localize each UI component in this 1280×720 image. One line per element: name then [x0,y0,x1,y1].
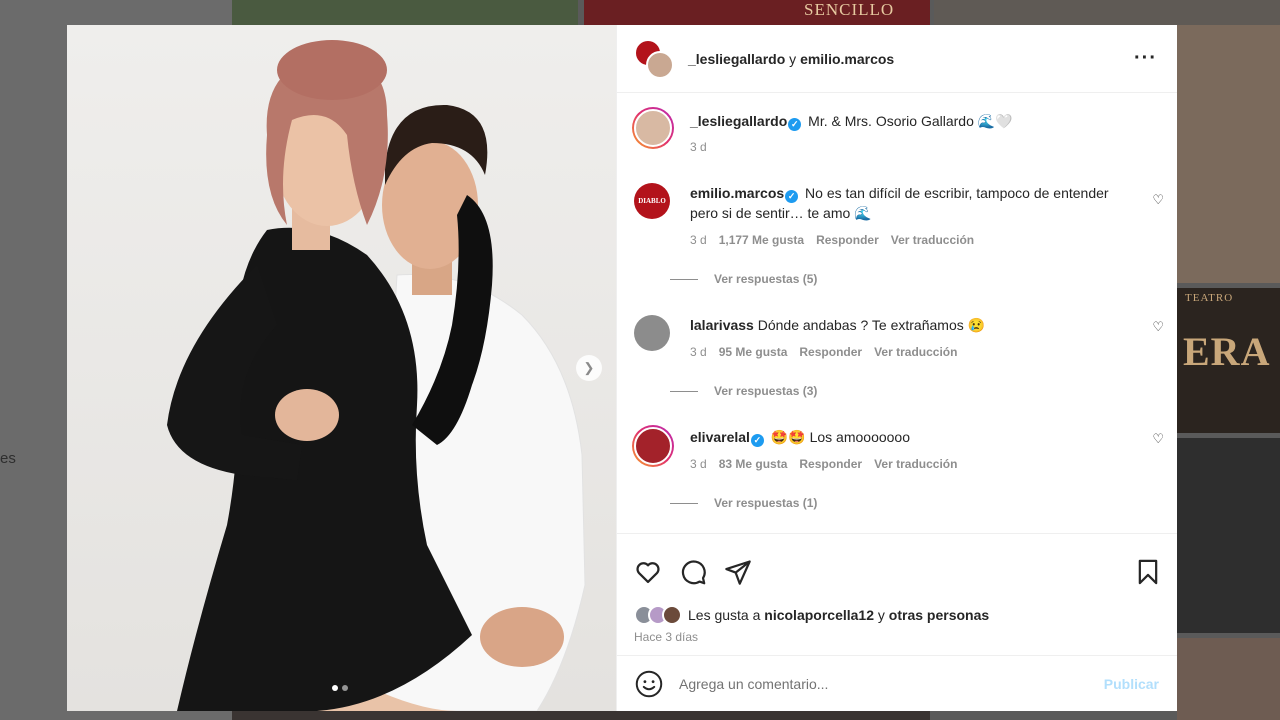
background-tile-label: ERA [1183,329,1271,374]
author-link[interactable]: emilio.marcos [800,51,894,67]
verified-icon: ✓ [750,434,764,447]
background-tile: SENCILLO [584,0,930,25]
caption-text: Mr. & Mrs. Osorio Gallardo 🌊🤍 [808,113,1013,129]
carousel-dots [332,685,348,691]
liker-avatars [634,605,682,625]
background-tile-label: SENCILLO [804,0,895,19]
collab-avatars[interactable] [634,38,674,79]
author-link[interactable]: _lesliegallardo [688,51,785,67]
comment: lalarivass Dónde andabas ? Te extrañamos… [634,315,1164,405]
publish-button[interactable]: Publicar [1104,676,1159,692]
background-tile [934,0,1280,25]
action-bar: Les gusta a nicolaporcella12 y otras per… [617,533,1177,663]
emoji-icon[interactable] [635,670,663,698]
reply-button[interactable]: Responder [799,457,862,471]
background-tile [232,711,930,720]
comment-heart-icon[interactable]: ♡ [1152,431,1164,447]
background-tile [232,0,578,25]
comment-username[interactable]: emilio.marcos [690,185,784,201]
comment-heart-icon[interactable]: ♡ [1152,192,1164,208]
likes-summary[interactable]: Les gusta a nicolaporcella12 y otras per… [634,605,989,625]
verified-icon: ✓ [788,118,802,131]
likes-middle: y [877,607,885,623]
avatar-label: DIABLO [638,197,666,205]
view-replies-label: Ver respuestas (5) [714,272,818,286]
post-header: _lesliegallardo y emilio.marcos ··· [617,25,1177,93]
comment-time: 3 d [690,233,707,247]
comment-input[interactable] [679,675,1079,692]
post-modal: ❯ _lesliegallardo y emilio.marcos ··· _l… [67,25,1177,711]
caption: _lesliegallardo ✓ Mr. & Mrs. Osorio Galla… [632,107,1164,159]
avatar[interactable] [632,425,674,467]
caption-username[interactable]: _lesliegallardo [690,113,787,129]
post-image [67,25,616,711]
avatar [646,50,674,79]
background-tile [1177,438,1280,633]
post-date: Hace 3 días [634,630,699,644]
background-text: es [0,450,16,467]
more-icon[interactable]: ··· [1134,47,1157,70]
heart-icon[interactable] [634,558,662,586]
translate-button[interactable]: Ver traducción [891,233,974,247]
reply-button[interactable]: Responder [816,233,879,247]
view-replies-label: Ver respuestas (1) [714,496,818,510]
avatar[interactable] [634,315,670,351]
comment-heart-icon[interactable]: ♡ [1152,319,1164,335]
post-photo[interactable]: ❯ [67,25,616,711]
comment-likes[interactable]: 1,177 Me gusta [719,233,804,247]
reply-button[interactable]: Responder [799,345,862,359]
chevron-right-icon: ❯ [583,360,595,375]
comment-icon[interactable] [679,558,707,586]
comment-username[interactable]: lalarivass [690,317,754,333]
share-icon[interactable] [724,558,752,586]
post-panel: _lesliegallardo y emilio.marcos ··· _les… [616,25,1177,711]
comment-bar: Publicar [617,655,1177,711]
background-tile: TEATRO ERA [1177,288,1280,433]
translate-button[interactable]: Ver traducción [874,345,957,359]
comment-text: Dónde andabas ? Te extrañamos 😢 [757,317,986,333]
carousel-dot [332,685,338,691]
comment-time: 3 d [690,457,707,471]
translate-button[interactable]: Ver traducción [874,457,957,471]
author-conjunction: y [789,50,797,67]
caption-time: 3 d [690,140,707,154]
liker-username[interactable]: nicolaporcella12 [764,607,874,623]
carousel-dot [342,685,348,691]
bookmark-icon[interactable] [1134,558,1162,586]
comment-username[interactable]: elivarelal [690,429,750,445]
comment-likes[interactable]: 95 Me gusta [719,345,788,359]
verified-icon: ✓ [785,190,799,203]
comment: DIABLO emilio.marcos ✓ No es tan difícil … [634,183,1164,293]
carousel-next-button[interactable]: ❯ [576,355,602,381]
background-tile-label: TEATRO [1185,292,1234,304]
view-replies-label: Ver respuestas (3) [714,384,818,398]
view-replies-button[interactable]: Ver respuestas (3) [670,384,817,398]
background-tile [1177,638,1280,720]
likes-prefix: Les gusta a [688,607,761,623]
comment-likes[interactable]: 83 Me gusta [719,457,788,471]
post-authors: _lesliegallardo y emilio.marcos [688,51,894,67]
avatar[interactable]: DIABLO [634,183,670,219]
view-replies-button[interactable]: Ver respuestas (1) [670,496,817,510]
comment-text: 🤩🤩 Los amooooooo [770,429,910,445]
avatar[interactable] [632,107,674,149]
comment: elivarelal ✓ 🤩🤩 Los amooooooo 3 d 83 Me g… [632,425,1164,517]
background-tile [1177,25,1280,283]
view-replies-button[interactable]: Ver respuestas (5) [670,272,817,286]
comment-time: 3 d [690,345,707,359]
likes-others[interactable]: otras personas [889,607,989,623]
